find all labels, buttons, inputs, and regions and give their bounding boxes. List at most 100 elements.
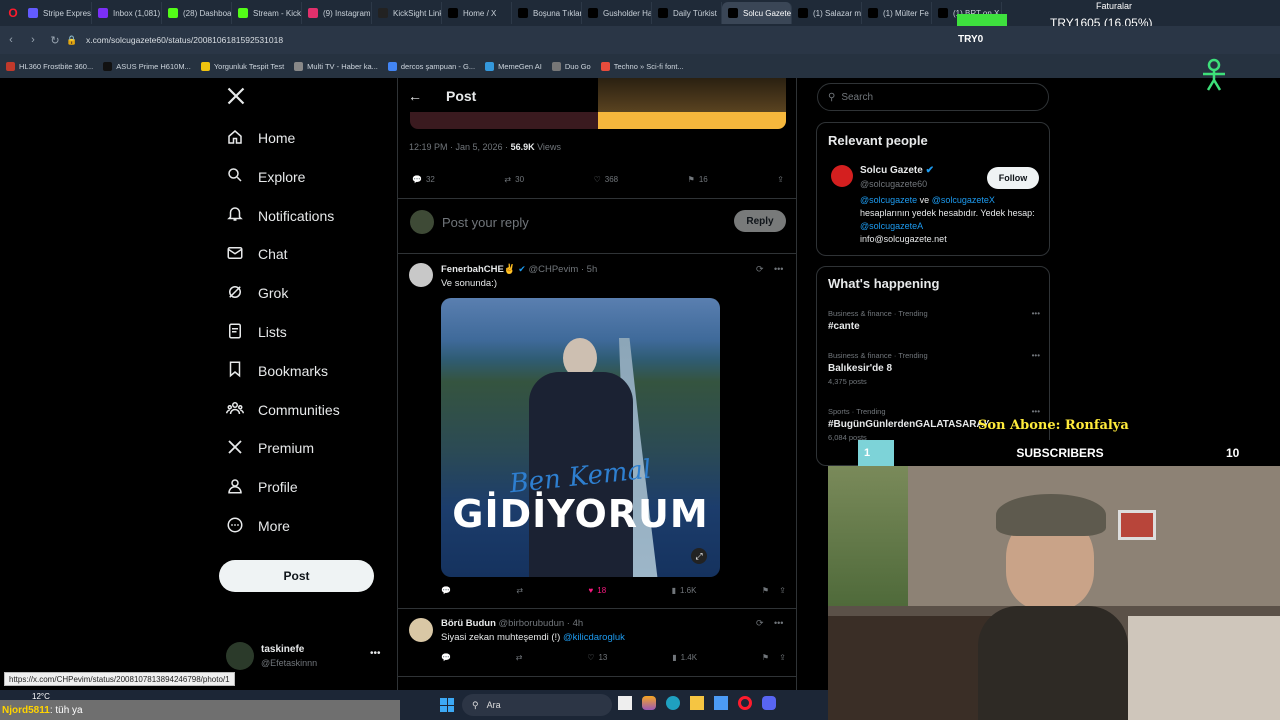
more-dots-icon[interactable]: ••• (774, 264, 783, 274)
grok-icon[interactable]: ⟳ (756, 618, 764, 629)
views-action[interactable]: ▮ 1.4K (672, 653, 697, 662)
bookmark-item[interactable]: dercos şampuan - G... (387, 61, 475, 71)
views-action[interactable]: ▮ 1.6K (672, 586, 697, 595)
mention-link[interactable]: @solcugazete (860, 195, 917, 205)
reply-action[interactable]: 💬 (441, 586, 451, 595)
mention-link[interactable]: @solcugazeteX (932, 195, 995, 205)
bookmark-item[interactable]: Duo Go (551, 61, 591, 71)
nav-item-more[interactable]: More (226, 512, 290, 540)
nav-item-grok[interactable]: Grok (226, 279, 288, 307)
bookmark-label: MemeGen AI (498, 61, 542, 71)
mention-link[interactable]: @solcugazeteA (860, 221, 923, 231)
bookmark-item[interactable]: MemeGen AI (485, 61, 542, 71)
more-dots-icon[interactable]: ••• (1032, 309, 1040, 318)
browser-tab[interactable]: Inbox (1,081) (92, 2, 162, 24)
repost-action[interactable]: ⇄ (516, 653, 523, 662)
browser-tab[interactable]: Home / X (442, 2, 512, 24)
like-action[interactable]: ♥ 18 (589, 586, 607, 595)
more-dots-icon[interactable]: ••• (774, 618, 783, 628)
nav-item-premium[interactable]: Premium (226, 434, 314, 462)
edge-icon[interactable] (666, 696, 680, 710)
nav-item-label: Premium (258, 440, 315, 457)
browser-tab[interactable]: (28) Dashboar (162, 2, 232, 24)
url-field[interactable]: x.com/solcugazete60/status/2008106181592… (86, 35, 283, 45)
windows-start-icon[interactable] (440, 698, 454, 712)
browser-tab[interactable]: Boşuna Tıklam (512, 2, 582, 24)
subscriber-goal-bar: 1 SUBSCRIBERS 10 (858, 440, 1256, 466)
discord-icon[interactable] (762, 696, 776, 710)
avatar[interactable] (831, 165, 853, 187)
browser-tab[interactable]: (1) Salazar ma (792, 2, 862, 24)
back-icon[interactable]: ‹ (0, 34, 22, 46)
reload-icon[interactable]: ↻ (44, 34, 66, 47)
bookmark-icon: ⚑ (761, 586, 770, 595)
reply-action[interactable]: 💬 (441, 653, 451, 662)
lists-icon (226, 322, 244, 343)
mention-link[interactable]: @kilicdarogluk (563, 632, 625, 643)
bookmark-item[interactable]: Techno » Sci-fi font... (600, 61, 684, 71)
task-view-icon[interactable] (618, 696, 632, 710)
post-media-bottom[interactable] (410, 112, 598, 129)
browser-tab[interactable]: KickSight Link (372, 2, 442, 24)
more-dots-icon[interactable]: ••• (1032, 351, 1040, 360)
nav-item-lists[interactable]: Lists (226, 318, 287, 346)
nav-item-home[interactable]: Home (226, 124, 295, 152)
person-name[interactable]: Solcu Gazete ✔ (860, 165, 934, 176)
x-logo-icon[interactable] (226, 86, 246, 106)
post-button[interactable]: Post (219, 560, 374, 592)
taskbar-apps (618, 696, 776, 710)
bookmark-item[interactable]: Multi TV - Haber ka... (294, 61, 378, 71)
browser-tab[interactable]: Solcu Gazete on X: "Ke (722, 2, 792, 24)
tab-favicon-icon (98, 8, 108, 18)
bookmark-action[interactable]: ⚑ ⇪ (762, 586, 786, 595)
store-icon[interactable] (714, 696, 728, 710)
bookmark-item[interactable]: HL360 Frostbite 360... (6, 61, 93, 71)
nav-item-notifications[interactable]: Notifications (226, 202, 334, 230)
browser-tab[interactable]: Stream - Kick (232, 2, 302, 24)
bookmark-item[interactable]: Yorgunluk Tespit Test (200, 61, 284, 71)
opera-logo-icon[interactable]: O (4, 6, 22, 20)
browser-tab[interactable]: (1) Mülter Fe (862, 2, 932, 24)
forward-icon[interactable]: › (22, 34, 44, 46)
person-cap (996, 494, 1106, 536)
repost-action[interactable]: ⇄ (516, 586, 523, 595)
nav-item-bookmarks[interactable]: Bookmarks (226, 357, 328, 385)
opera-icon[interactable] (738, 696, 752, 710)
search-box[interactable]: ⚲ Search (817, 83, 1049, 111)
share-action[interactable]: ⇪ (777, 175, 784, 184)
browser-tab[interactable]: Gusholder Ha (582, 2, 652, 24)
tab-favicon-icon (728, 8, 738, 18)
grok-icon[interactable]: ⟳ (756, 264, 764, 275)
taskbar-search[interactable]: ⚲ Ara (462, 694, 612, 716)
account-switcher[interactable]: taskinefe @Efetaskinnn ••• (226, 640, 386, 676)
trend-item[interactable]: Business & finance · Trending #cante ••• (828, 309, 1040, 335)
avatar[interactable] (409, 618, 433, 642)
back-arrow-icon[interactable]: ← (408, 88, 422, 104)
follow-button[interactable]: Follow (987, 167, 1039, 189)
reply-button[interactable]: Reply (734, 210, 786, 232)
bookmark-action[interactable]: ⚑ ⇪ (762, 653, 786, 662)
like-action[interactable]: ♡ 13 (587, 653, 607, 662)
more-dots-icon[interactable]: ••• (1032, 407, 1040, 416)
browser-tab[interactable]: Daily Türkist (652, 2, 722, 24)
nav-item-chat[interactable]: Chat (226, 240, 288, 268)
nav-item-communities[interactable]: Communities (226, 396, 340, 424)
reply-action[interactable]: 💬 32 (412, 175, 435, 184)
nav-item-explore[interactable]: Explore (226, 163, 305, 191)
nav-item-profile[interactable]: Profile (226, 473, 298, 501)
trend-item[interactable]: Business & finance · Trending Balıkesir'd… (828, 351, 1040, 386)
avatar[interactable] (409, 263, 433, 287)
reply-video[interactable]: Ben Kemal GİDİYORUM ⤢ (441, 298, 720, 577)
browser-tab[interactable]: (9) Instagram (302, 2, 372, 24)
bookmark-item[interactable]: ASUS Prime H610M... (103, 61, 191, 71)
repost-action[interactable]: ⇄ 30 (504, 175, 524, 184)
bookmark-action[interactable]: ⚑ 16 (688, 175, 708, 184)
more-dots-icon[interactable]: ••• (370, 648, 381, 659)
expand-icon[interactable]: ⤢ (691, 548, 707, 564)
file-explorer-icon[interactable] (690, 696, 704, 710)
reply-input[interactable]: Post your reply (442, 215, 529, 230)
post-media-bottom-2[interactable] (598, 112, 786, 129)
copilot-icon[interactable] (642, 696, 656, 710)
browser-tab[interactable]: Stripe Express (22, 2, 92, 24)
like-action[interactable]: ♡ 368 (594, 175, 619, 184)
